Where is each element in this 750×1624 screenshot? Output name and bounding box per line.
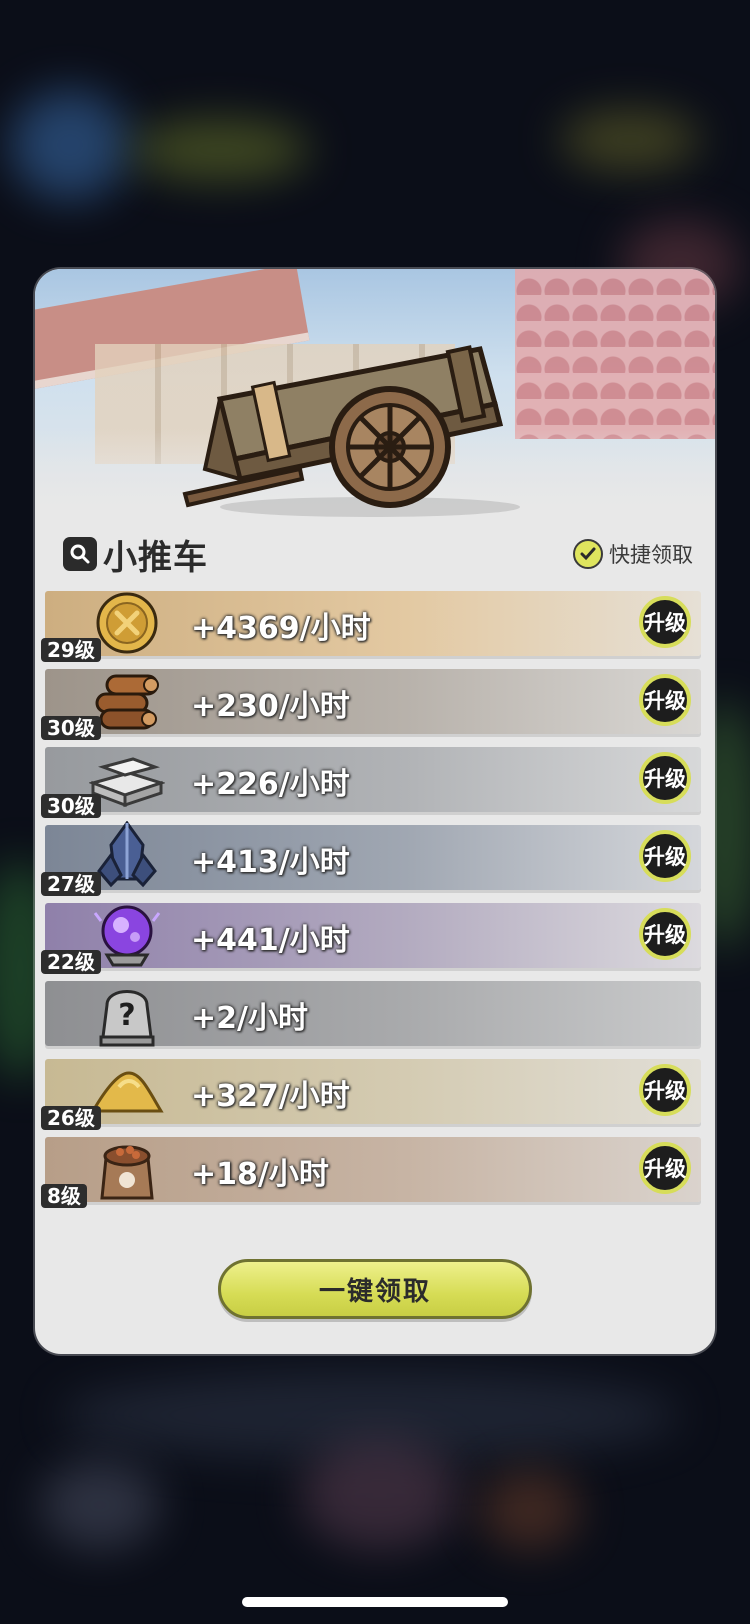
production-rate: +441/小时 <box>191 923 350 958</box>
panel-header: 小推车 快捷领取 <box>63 531 693 578</box>
level-badge: 27级 <box>41 872 101 896</box>
collect-all-button[interactable]: 一键领取 <box>218 1259 532 1319</box>
level-badge: 29级 <box>41 638 101 662</box>
handcart-icon <box>182 345 520 517</box>
search-icon[interactable] <box>63 537 97 571</box>
home-indicator[interactable] <box>242 1597 508 1607</box>
resource-row-crystal: 27级 +413/小时 升级 <box>41 821 701 896</box>
upgrade-button[interactable]: 升级 <box>639 752 691 804</box>
handcart-panel: 小推车 快捷领取 29级 +4369/小时 升级 30级 +230/小时 升级 … <box>35 269 715 1354</box>
upgrade-button[interactable]: 升级 <box>639 674 691 726</box>
resource-row-wood: 30级 +230/小时 升级 <box>41 669 701 740</box>
resource-row-unknown: ? +2/小时 <box>45 979 701 1047</box>
handcart-banner-illustration <box>35 269 715 539</box>
level-badge: 30级 <box>41 794 101 818</box>
resource-row-seeds: 8级 +18/小时 升级 <box>41 1135 701 1208</box>
production-rate: +327/小时 <box>191 1079 350 1114</box>
production-rate: +2/小时 <box>191 1001 308 1036</box>
production-rate: +226/小时 <box>191 767 350 802</box>
resource-list: 29级 +4369/小时 升级 30级 +230/小时 升级 30级 +226/… <box>41 591 701 1215</box>
level-badge: 30级 <box>41 716 101 740</box>
resource-row-sand: 26级 +327/小时 升级 <box>41 1059 701 1130</box>
upgrade-button[interactable]: 升级 <box>639 908 691 960</box>
upgrade-button[interactable]: 升级 <box>639 1064 691 1116</box>
quick-claim-toggle[interactable]: 快捷领取 <box>573 539 693 569</box>
page-title: 小推车 <box>103 537 208 578</box>
upgrade-button[interactable]: 升级 <box>639 1142 691 1194</box>
production-rate: +230/小时 <box>191 689 350 724</box>
checkmark-icon[interactable] <box>573 539 603 569</box>
production-rate: +18/小时 <box>191 1157 329 1192</box>
upgrade-button[interactable]: 升级 <box>639 596 691 648</box>
resource-row-stone: 30级 +226/小时 升级 <box>41 747 701 818</box>
production-rate: +413/小时 <box>191 845 350 880</box>
resource-row-gold: 29级 +4369/小时 升级 <box>41 591 701 662</box>
svg-text:?: ? <box>118 998 135 1033</box>
resource-row-magic: 22级 +441/小时 升级 <box>41 903 701 974</box>
quick-claim-label: 快捷领取 <box>609 543 693 567</box>
upgrade-button[interactable]: 升级 <box>639 830 691 882</box>
seed-bag-icon <box>89 1135 165 1203</box>
production-rate: +4369/小时 <box>191 611 371 646</box>
level-badge: 8级 <box>41 1184 87 1208</box>
level-badge: 22级 <box>41 950 101 974</box>
level-badge: 26级 <box>41 1106 101 1130</box>
unknown-helmet-icon: ? <box>89 979 165 1047</box>
